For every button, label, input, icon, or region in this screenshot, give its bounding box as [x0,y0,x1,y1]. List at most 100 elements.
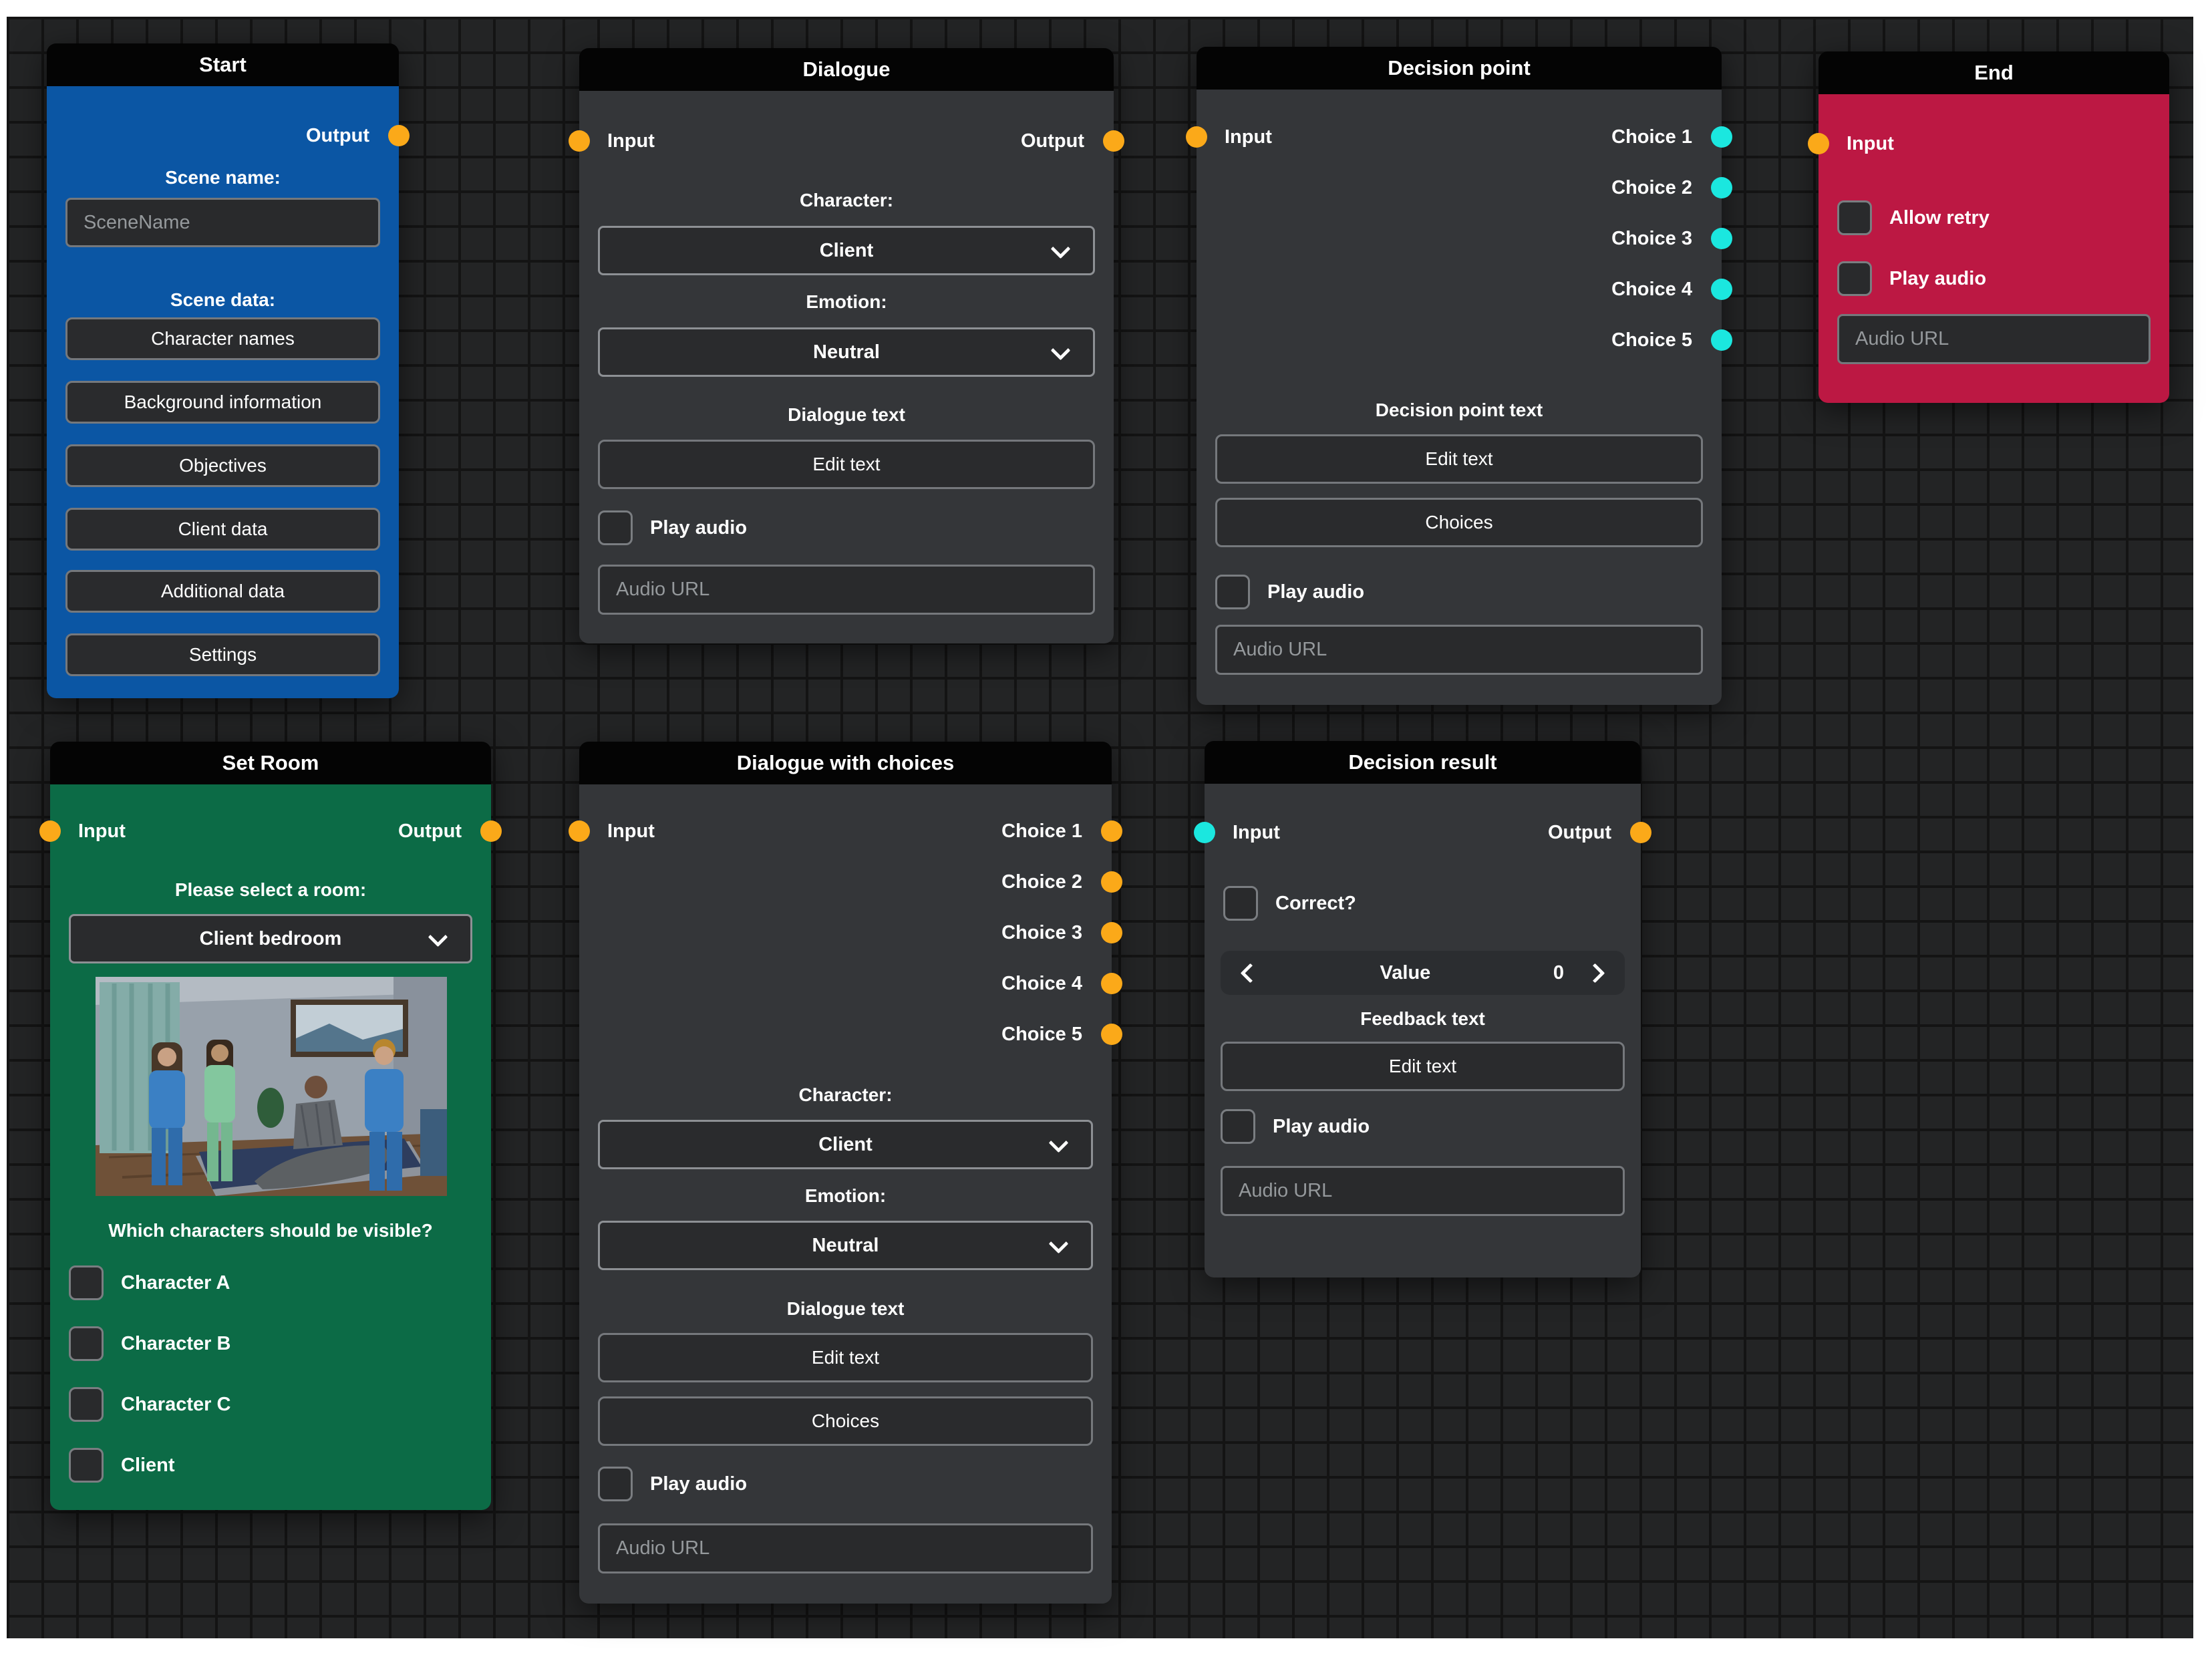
character-label: Character: [579,1084,1112,1106]
choice-5-port-label: Choice 5 [1001,1020,1082,1048]
output-port[interactable] [480,820,502,842]
edit-text-button[interactable]: Edit text [598,440,1095,489]
play-audio-checkbox[interactable] [1221,1109,1255,1144]
choice-2-port-label: Choice 2 [1001,868,1082,896]
additional-data-button[interactable]: Additional data [65,570,380,613]
output-port-label: Output [398,817,462,845]
audio-url-input[interactable] [598,1523,1093,1573]
audio-url-input[interactable] [598,565,1095,615]
value-stepper[interactable]: Value 0 [1221,951,1625,995]
background-information-button[interactable]: Background information [65,381,380,424]
emotion-dropdown[interactable]: Neutral [598,1221,1093,1270]
button-label: Choices [812,1410,879,1432]
chevron-down-icon [1051,341,1071,361]
client-data-button[interactable]: Client data [65,508,380,551]
choice-2-port[interactable] [1101,871,1122,893]
node-dialogue-with-choices[interactable]: Dialogue with choices Input Choice 1 Cho… [579,742,1112,1604]
choice-5-port-label: Choice 5 [1611,326,1692,354]
character-dropdown[interactable]: Client [598,226,1095,275]
choice-2-port[interactable] [1711,177,1732,198]
input-port-label: Input [1233,818,1280,847]
button-label: Choices [1425,512,1492,533]
room-preview-image [96,977,447,1196]
choice-4-port[interactable] [1711,279,1732,300]
character-dropdown-value: Client [820,240,874,262]
edit-text-button[interactable]: Edit text [1215,434,1703,484]
character-dropdown[interactable]: Client [598,1120,1093,1169]
audio-url-input[interactable] [1221,1166,1625,1216]
node-end-header[interactable]: End [1819,51,2169,94]
value-stepper-value: 0 [1553,962,1564,984]
character-b-checkbox[interactable] [69,1326,104,1361]
character-c-row: Character C [69,1387,230,1422]
input-port[interactable] [39,820,61,842]
choice-4-port-label: Choice 4 [1611,275,1692,303]
button-label: Edit text [812,454,880,475]
choices-button[interactable]: Choices [598,1396,1093,1446]
play-audio-label: Play audio [650,517,747,539]
choice-3-port[interactable] [1101,922,1122,943]
choice-3-port[interactable] [1711,228,1732,249]
input-port[interactable] [1808,133,1829,154]
correct-label: Correct? [1275,893,1356,915]
scene-name-input[interactable] [65,198,380,247]
chevron-right-icon[interactable] [1585,963,1605,983]
node-end[interactable]: End Input Allow retry Play audio [1819,51,2169,403]
input-port[interactable] [569,820,590,842]
emotion-dropdown[interactable]: Neutral [598,327,1095,377]
scene-name-label: Scene name: [47,167,399,188]
output-port[interactable] [1630,822,1651,843]
node-title: Decision point [1388,56,1531,80]
edit-text-button[interactable]: Edit text [1221,1042,1625,1091]
node-decision-point-header[interactable]: Decision point [1197,47,1722,90]
play-audio-label: Play audio [650,1473,747,1495]
chevron-down-icon [1049,1133,1069,1153]
character-names-button[interactable]: Character names [65,317,380,360]
node-title: Decision result [1348,750,1496,774]
output-port[interactable] [388,125,410,146]
input-port[interactable] [569,130,590,152]
allow-retry-checkbox[interactable] [1837,200,1872,235]
choice-4-port-label: Choice 4 [1001,969,1082,998]
character-c-checkbox[interactable] [69,1387,104,1422]
emotion-dropdown-value: Neutral [813,341,880,363]
objectives-button[interactable]: Objectives [65,444,380,487]
node-decision-result-header[interactable]: Decision result [1205,741,1641,784]
settings-button[interactable]: Settings [65,633,380,676]
play-audio-checkbox[interactable] [1215,575,1250,609]
choice-1-port[interactable] [1711,126,1732,148]
character-a-checkbox[interactable] [69,1265,104,1300]
client-checkbox[interactable] [69,1448,104,1483]
choice-4-port[interactable] [1101,973,1122,994]
room-dropdown[interactable]: Client bedroom [69,914,472,963]
correct-checkbox[interactable] [1223,886,1258,921]
node-editor-canvas[interactable]: Start Output Scene name: Scene data: Cha… [7,17,2193,1638]
audio-url-input[interactable] [1837,314,2151,364]
choices-button[interactable]: Choices [1215,498,1703,547]
choice-2-port-label: Choice 2 [1611,174,1692,202]
play-audio-checkbox[interactable] [598,1467,633,1501]
node-decision-result[interactable]: Decision result Input Output Correct? Va… [1205,741,1641,1278]
node-decision-point[interactable]: Decision point Input Choice 1 Choice 2 C… [1197,47,1722,705]
node-dialogue-with-choices-header[interactable]: Dialogue with choices [579,742,1112,784]
edit-text-button[interactable]: Edit text [598,1333,1093,1382]
node-set-room-header[interactable]: Set Room [50,742,491,784]
input-port[interactable] [1194,822,1215,843]
output-port[interactable] [1103,130,1124,152]
client-label: Client [121,1455,175,1477]
input-port[interactable] [1186,126,1207,148]
node-start[interactable]: Start Output Scene name: Scene data: Cha… [47,43,399,698]
node-dialogue[interactable]: Dialogue Input Output Character: Client … [579,48,1114,643]
node-start-header[interactable]: Start [47,43,399,86]
node-dialogue-header[interactable]: Dialogue [579,48,1114,91]
play-audio-checkbox[interactable] [1837,261,1872,296]
choice-5-port[interactable] [1101,1024,1122,1045]
play-audio-checkbox[interactable] [598,510,633,545]
node-set-room[interactable]: Set Room Input Output Please select a ro… [50,742,491,1510]
chevron-down-icon [428,927,448,947]
choice-1-port[interactable] [1101,820,1122,842]
client-row: Client [69,1448,175,1483]
allow-retry-row: Allow retry [1837,200,1990,235]
audio-url-input[interactable] [1215,625,1703,675]
choice-5-port[interactable] [1711,329,1732,351]
